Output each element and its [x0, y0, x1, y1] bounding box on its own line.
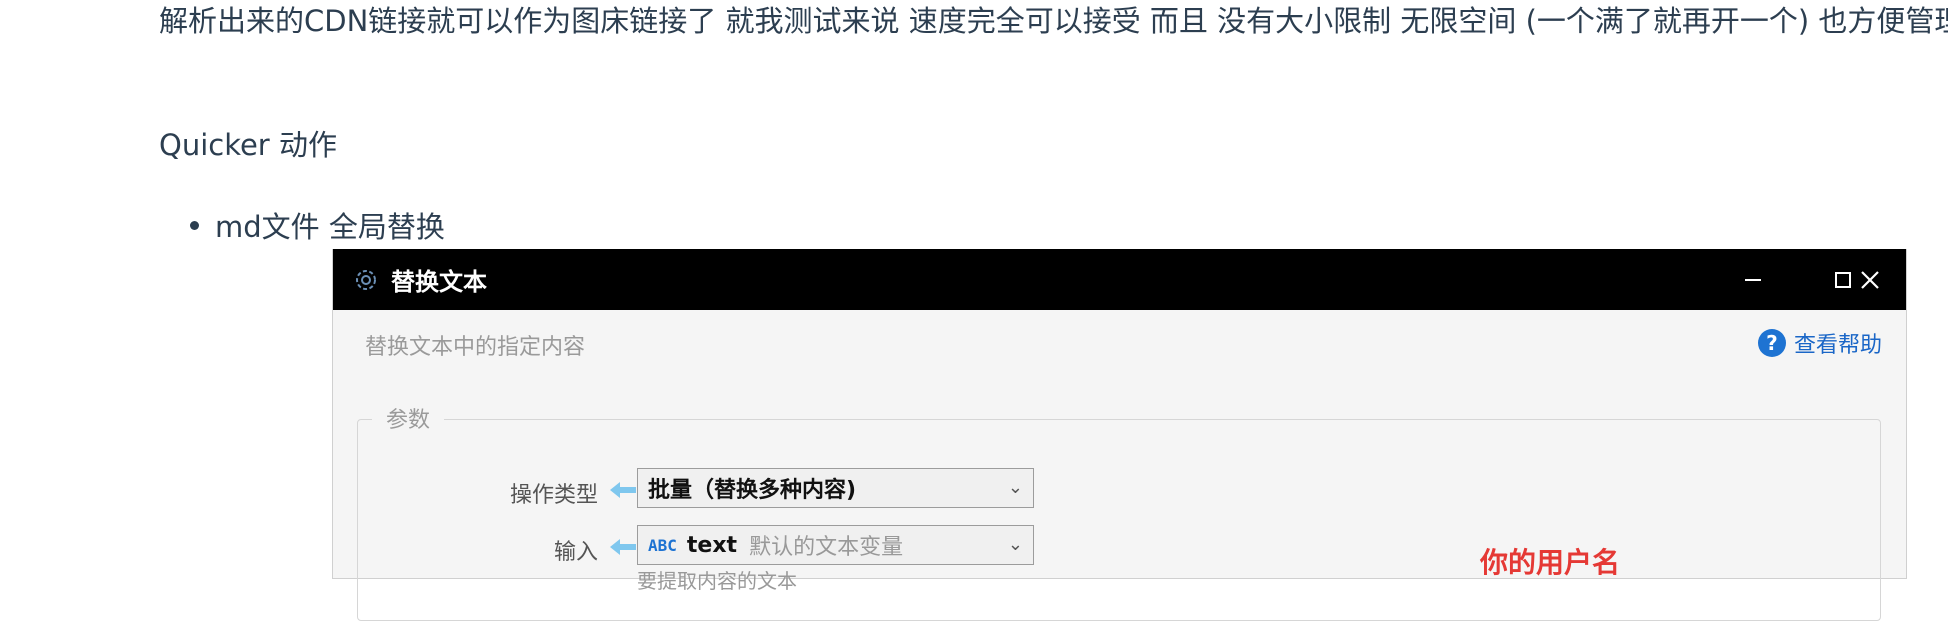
- list-item-label: md文件 全局替换: [215, 210, 445, 244]
- article-paragraph: 解析出来的CDN链接就可以作为图床链接了 就我测试来说 速度完全可以接受 而且 …: [159, 4, 1948, 38]
- window-title: 替换文本: [391, 268, 487, 296]
- gear-icon: [351, 265, 381, 295]
- minimize-button[interactable]: [1723, 249, 1783, 310]
- input-variable-select[interactable]: ABC text 默认的文本变量 ⌄: [637, 525, 1034, 565]
- input-helper-text: 要提取内容的文本: [637, 569, 797, 593]
- username-annotation: 你的用户名: [1480, 546, 1621, 579]
- group-label: 参数: [372, 402, 445, 434]
- operation-type-select[interactable]: 批量（替换多种内容) ⌄: [637, 468, 1034, 508]
- input-arrow-icon: [610, 482, 636, 498]
- window-subtitle: 替换文本中的指定内容: [365, 335, 586, 360]
- input-label: 输入: [553, 540, 598, 565]
- params-group: 参数: [357, 402, 1881, 621]
- close-button[interactable]: [1840, 249, 1900, 310]
- list-item: md文件 全局替换: [190, 204, 445, 246]
- input-variable-hint: 默认的文本变量: [749, 535, 904, 560]
- window-titlebar[interactable]: 替换文本: [333, 249, 1906, 310]
- bullet-dot: [190, 220, 199, 230]
- input-variable-value: text: [686, 532, 738, 558]
- help-link[interactable]: ? 查看帮助: [1757, 327, 1882, 359]
- operation-type-value: 批量（替换多种内容): [648, 478, 857, 503]
- input-arrow-icon: [610, 539, 636, 555]
- text-type-badge: ABC: [648, 535, 677, 555]
- help-label: 查看帮助: [1793, 333, 1882, 358]
- replace-text-window: 替换文本 替换文本中的指定内容 ? 查看帮助 参数: [332, 249, 1907, 621]
- chevron-down-icon: ⌄: [1007, 477, 1023, 498]
- operation-type-label: 操作类型: [509, 483, 598, 508]
- help-icon: ?: [1757, 329, 1786, 357]
- chevron-down-icon: ⌄: [1007, 534, 1023, 555]
- section-heading: Quicker 动作: [159, 128, 337, 162]
